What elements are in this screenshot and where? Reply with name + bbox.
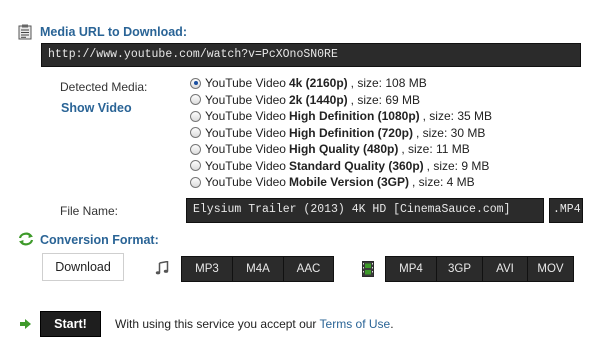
option-prefix: YouTube Video <box>205 158 286 173</box>
format-3gp-button[interactable]: 3GP <box>436 256 482 282</box>
option-size: , size: 30 MB <box>415 125 486 140</box>
option-quality: High Quality (480p) <box>288 142 399 157</box>
terms-notice-text: With using this service you accept our <box>115 317 317 331</box>
option-prefix: YouTube Video <box>205 76 286 91</box>
radio-button[interactable] <box>190 143 201 155</box>
format-mov-button[interactable]: MOV <box>527 256 574 282</box>
radio-button-selected[interactable] <box>190 77 201 89</box>
media-option[interactable]: YouTube Video High Quality (480p) , size… <box>190 141 492 158</box>
format-m4a-button[interactable]: M4A <box>232 256 283 282</box>
radio-button[interactable] <box>190 160 201 172</box>
media-option[interactable]: YouTube Video High Definition (720p) , s… <box>190 125 492 142</box>
music-note-icon <box>155 260 169 278</box>
refresh-icon <box>18 232 34 249</box>
format-aac-button[interactable]: AAC <box>283 256 334 282</box>
option-prefix: YouTube Video <box>205 125 286 140</box>
option-quality: High Definition (1080p) <box>288 109 420 124</box>
option-quality: 2k (1440p) <box>288 92 348 107</box>
option-prefix: YouTube Video <box>205 142 286 157</box>
option-prefix: YouTube Video <box>205 175 286 190</box>
media-options-list: YouTube Video 4k (2160p) , size: 108 MB … <box>190 75 492 191</box>
media-option[interactable]: YouTube Video High Definition (1080p) , … <box>190 108 492 125</box>
download-button[interactable]: Download <box>42 253 124 281</box>
option-size: , size: 9 MB <box>426 158 490 173</box>
option-quality: High Definition (720p) <box>288 125 413 140</box>
radio-button[interactable] <box>190 110 201 122</box>
conversion-format-title: Conversion Format: <box>40 233 159 247</box>
show-video-link[interactable]: Show Video <box>61 101 132 115</box>
option-size: , size: 108 MB <box>350 76 427 91</box>
media-option[interactable]: YouTube Video 4k (2160p) , size: 108 MB <box>190 75 492 92</box>
file-name-input[interactable]: Elysium Trailer (2013) 4K HD [CinemaSauc… <box>186 198 544 223</box>
radio-button[interactable] <box>190 176 201 188</box>
clipboard-icon <box>18 24 32 43</box>
detected-media-label: Detected Media: <box>60 80 148 94</box>
arrow-right-icon <box>20 318 32 332</box>
format-avi-button[interactable]: AVI <box>482 256 527 282</box>
file-name-label: File Name: <box>60 204 119 218</box>
url-input[interactable]: http://www.youtube.com/watch?v=PcXOnoSN0… <box>41 43 581 67</box>
radio-button[interactable] <box>190 127 201 139</box>
terms-of-use-link[interactable]: Terms of Use <box>320 317 391 331</box>
option-size: , size: 35 MB <box>422 109 492 124</box>
terms-period: . <box>390 317 394 331</box>
audio-format-group: MP3 M4A AAC <box>181 256 334 282</box>
media-option[interactable]: YouTube Video Standard Quality (360p) , … <box>190 158 492 175</box>
option-quality: Standard Quality (360p) <box>288 158 424 173</box>
option-prefix: YouTube Video <box>205 109 286 124</box>
option-quality: 4k (2160p) <box>288 76 348 91</box>
format-mp4-button[interactable]: MP4 <box>385 256 436 282</box>
media-option[interactable]: YouTube Video Mobile Version (3GP) , siz… <box>190 174 492 191</box>
file-extension-field[interactable]: .MP4 <box>549 198 583 223</box>
terms-notice: With using this service you accept our T… <box>115 317 394 331</box>
video-format-group: MP4 3GP AVI MOV <box>385 256 574 282</box>
option-size: , size: 11 MB <box>401 142 470 157</box>
option-quality: Mobile Version (3GP) <box>288 175 409 190</box>
radio-button[interactable] <box>190 94 201 106</box>
film-strip-icon <box>362 261 374 280</box>
option-size: , size: 4 MB <box>412 175 475 190</box>
url-section-title: Media URL to Download: <box>40 25 187 39</box>
option-prefix: YouTube Video <box>205 92 286 107</box>
format-mp3-button[interactable]: MP3 <box>181 256 232 282</box>
media-option[interactable]: YouTube Video 2k (1440p) , size: 69 MB <box>190 92 492 109</box>
option-size: , size: 69 MB <box>350 92 421 107</box>
start-button[interactable]: Start! <box>40 311 101 337</box>
